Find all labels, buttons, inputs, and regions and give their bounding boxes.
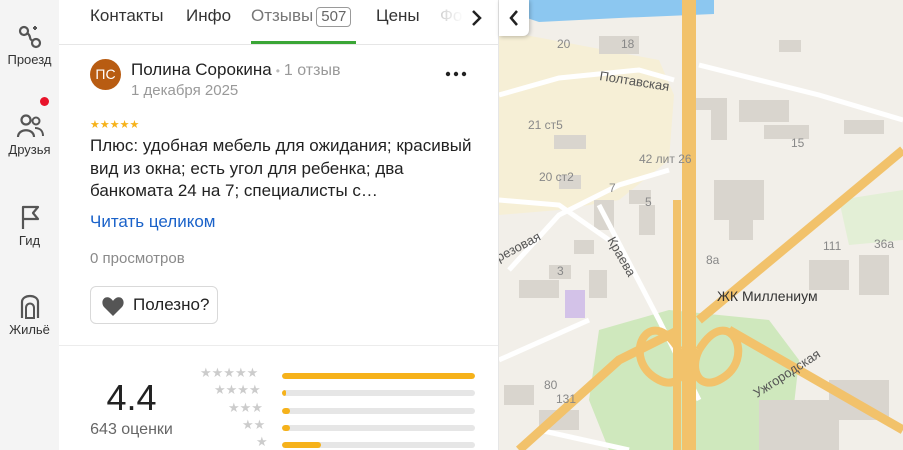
distribution-bar-fill: [282, 390, 286, 396]
rail-friends-button[interactable]: Друзья: [0, 112, 59, 157]
rail-guide-label: Гид: [18, 233, 41, 248]
tab-reviews[interactable]: Отзывы 507: [251, 6, 352, 27]
rail-route-label: Проезд: [7, 52, 52, 67]
friends-icon: [16, 114, 44, 138]
map-label-42lit26: 42 лит 26: [639, 152, 692, 166]
review-author[interactable]: Полина Сорокина • 1 отзыв: [131, 60, 340, 80]
average-rating: 4.4: [106, 377, 157, 418]
map-label-15: 15: [791, 136, 805, 150]
author-name[interactable]: Полина Сорокина: [131, 60, 272, 79]
map-label-20st2: 20 ст2: [539, 170, 574, 184]
side-rail: Проезд Друзья Гид Жильё: [0, 0, 59, 450]
review-text: Плюс: удобная мебель для ожидания; краси…: [90, 136, 472, 200]
tab-bar: Контакты Инфо Отзывы507 Цены Фо: [59, 0, 498, 45]
map-label-5: 5: [645, 195, 652, 209]
chevron-right-icon[interactable]: [464, 6, 488, 30]
distribution-bar: [282, 373, 475, 379]
chevron-left-icon: [509, 10, 518, 26]
active-tab-indicator: [251, 41, 356, 44]
map-label-21st5: 21 ст5: [528, 118, 563, 132]
map-label-20: 20: [557, 37, 571, 51]
rail-guide-button[interactable]: Гид: [0, 203, 59, 248]
map-label-80: 80: [544, 378, 558, 392]
useful-button[interactable]: Полезно?: [90, 286, 218, 324]
flag-icon: [21, 205, 39, 229]
map-street-kraeva: Краева: [604, 234, 639, 280]
map-label-millenium[interactable]: ЖК Миллениум: [717, 288, 818, 304]
tab-info[interactable]: Инфо: [186, 6, 231, 26]
map-canvas[interactable]: 20 18 15 21 ст5 42 лит 26 20 ст2 7 5 8а …: [499, 0, 903, 450]
map[interactable]: 20 18 15 21 ст5 42 лит 26 20 ст2 7 5 8а …: [499, 0, 903, 450]
rail-route-button[interactable]: Проезд: [0, 22, 59, 67]
map-label-3: 3: [557, 264, 564, 278]
notification-dot: [40, 97, 49, 106]
distribution-bar-fill: [282, 373, 475, 379]
map-label-111: 111: [823, 239, 842, 253]
ratings-count: 643 оценки: [90, 421, 173, 438]
map-label-8a: 8а: [706, 253, 720, 267]
map-label-18: 18: [621, 37, 635, 51]
map-label-131: 131: [556, 392, 576, 406]
place-panel: Контакты Инфо Отзывы507 Цены Фо ПС Полин…: [59, 0, 499, 450]
distribution-bar-fill: [282, 408, 290, 414]
author-review-count: 1 отзыв: [283, 62, 341, 79]
rail-friends-label: Друзья: [8, 142, 51, 157]
heart-icon: [102, 297, 124, 316]
review-views: 0 просмотров: [90, 250, 185, 267]
avatar[interactable]: ПС: [90, 59, 121, 90]
collapse-panel-button[interactable]: [499, 0, 529, 36]
distribution-bar: [282, 425, 475, 431]
review-stars: ★★★★★: [90, 119, 140, 131]
route-icon: [18, 25, 41, 49]
read-more-link[interactable]: Читать целиком: [90, 212, 216, 232]
map-label-36a: 36а: [874, 237, 894, 251]
review-date: 1 декабря 2025: [131, 82, 239, 99]
map-label-7: 7: [609, 181, 616, 195]
distribution-bar: [282, 390, 475, 396]
distribution-bar: [282, 442, 475, 448]
housing-icon: [20, 294, 39, 319]
distribution-bar-fill: [282, 442, 321, 448]
useful-label: Полезно?: [133, 295, 210, 314]
distribution-bar: [282, 408, 475, 414]
tab-contacts[interactable]: Контакты: [90, 6, 163, 26]
reviews-count-badge: 507: [316, 7, 352, 27]
section-divider: [59, 345, 498, 346]
rail-housing-button[interactable]: Жильё: [0, 290, 59, 337]
rail-housing-label: Жильё: [9, 322, 50, 337]
tab-prices[interactable]: Цены: [376, 6, 420, 26]
distribution-bar-fill: [282, 425, 290, 431]
tab-reviews-label: Отзывы: [251, 6, 314, 25]
more-options-icon[interactable]: [443, 64, 469, 84]
